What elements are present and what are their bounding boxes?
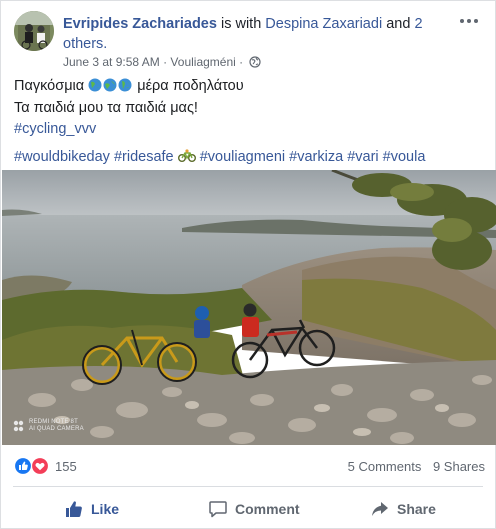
comment-button[interactable]: Comment <box>209 495 300 523</box>
tagged-person-link[interactable]: Despina Zaxariadi <box>265 16 382 32</box>
post-text-line-2: Τα παιδιά μου τα παιδιά μας! <box>14 99 198 116</box>
post-photo[interactable] <box>2 170 496 445</box>
post-date-link[interactable]: June 3 at 9:58 AM <box>63 55 160 69</box>
watermark-line-1: REDMI NOTE 8T <box>29 419 78 425</box>
love-reaction-icon <box>30 456 50 476</box>
post-author-line: Evripides Zachariades is with Despina Za… <box>63 14 449 54</box>
with-text: is with <box>220 16 262 32</box>
and-text: and <box>386 16 411 32</box>
more-options-icon[interactable] <box>457 11 481 31</box>
watermark-line-2: AI QUAD CAMERA <box>29 426 84 432</box>
post-actions: Like Comment Share <box>1 489 495 529</box>
comment-icon <box>209 501 227 518</box>
reaction-count[interactable]: 155 <box>55 459 77 474</box>
hashtag-voula[interactable]: #voula <box>383 149 426 165</box>
camera-watermark-icon <box>13 420 24 432</box>
like-button-label: Like <box>91 501 120 517</box>
share-button-label: Share <box>397 501 436 517</box>
hashtag-vari[interactable]: #vari <box>347 149 378 165</box>
share-icon <box>372 502 388 516</box>
reaction-icons[interactable] <box>13 456 53 476</box>
like-reaction-icon <box>13 456 33 476</box>
author-avatar[interactable] <box>14 11 54 51</box>
bicycle-emoji-icon <box>177 148 200 165</box>
comments-count-link[interactable]: 5 Comments <box>348 459 422 474</box>
post-text: Παγκόσμια μέρα ποδηλάτου Τα παιδιά μου τ… <box>14 76 484 168</box>
thumbs-up-icon <box>66 501 82 517</box>
location-link[interactable]: Vouliagméni <box>170 55 235 69</box>
post-hashtags-line: #wouldbikeday #ridesafe #vouliagmeni #va… <box>14 147 484 169</box>
hashtag-wouldbikeday[interactable]: #wouldbikeday <box>14 149 110 165</box>
meta-separator: · <box>163 54 168 69</box>
share-button[interactable]: Share <box>371 495 436 523</box>
post-text-line-1: Παγκόσμια μέρα ποδηλάτου <box>14 78 244 94</box>
hashtag-cycling-vvv[interactable]: #cycling_vvv <box>14 119 484 141</box>
facebook-post: Evripides Zachariades is with Despina Za… <box>0 0 496 529</box>
author-name-link[interactable]: Evripides Zachariades <box>63 16 217 32</box>
post-header: Evripides Zachariades is with Despina Za… <box>1 1 495 73</box>
hashtag-vouliagmeni[interactable]: #vouliagmeni <box>200 149 285 165</box>
hashtag-varkiza[interactable]: #varkiza <box>289 149 343 165</box>
globe-icon[interactable] <box>248 56 261 68</box>
post-meta: June 3 at 9:58 AM · Vouliagméni · <box>63 54 261 69</box>
comment-button-label: Comment <box>235 501 300 517</box>
actions-divider <box>13 486 483 487</box>
shares-count-link[interactable]: 9 Shares <box>433 459 485 474</box>
reactions-bar: 155 5 Comments 9 Shares <box>1 451 495 481</box>
meta-separator-2: · <box>239 54 244 69</box>
hashtag-ridesafe[interactable]: #ridesafe <box>114 149 174 165</box>
like-button[interactable]: Like <box>65 495 119 523</box>
engagement-counts: 5 Comments 9 Shares <box>340 459 485 474</box>
globe-emoji-icon <box>88 78 137 94</box>
